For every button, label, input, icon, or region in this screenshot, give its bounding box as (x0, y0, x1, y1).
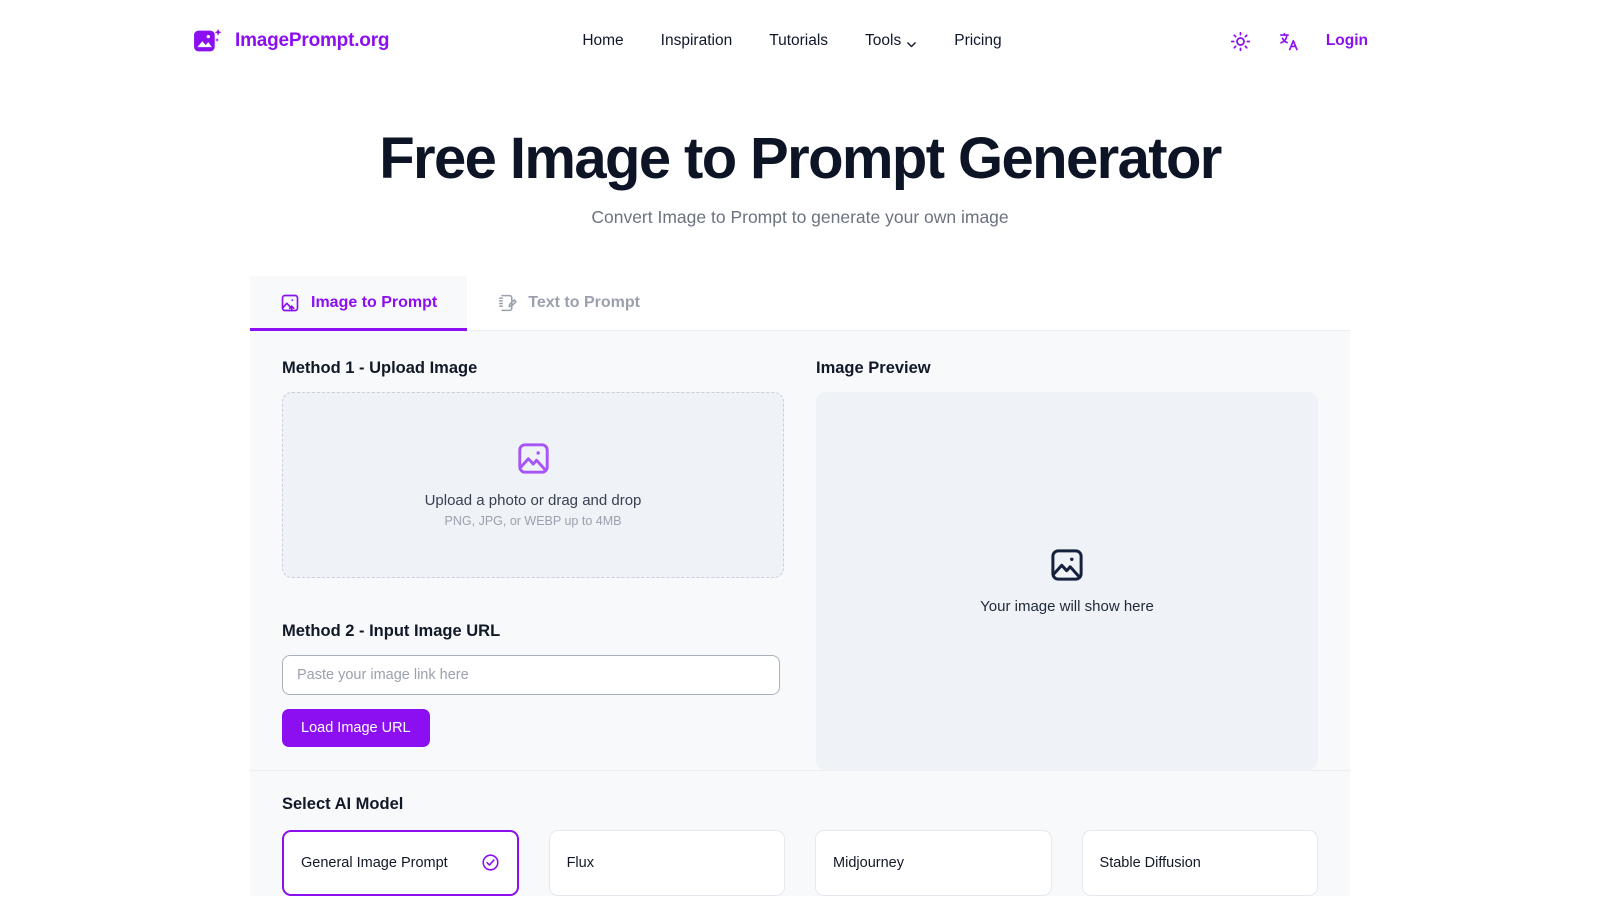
load-image-url-button[interactable]: Load Image URL (282, 708, 430, 747)
model-label: Stable Diffusion (1099, 854, 1201, 871)
image-dropzone[interactable]: Upload a photo or drag and drop PNG, JPG… (282, 391, 784, 578)
sun-icon[interactable] (1230, 30, 1252, 52)
page-subtitle: Convert Image to Prompt to generate your… (591, 206, 1009, 227)
tab-text-to-prompt[interactable]: Text to Prompt (467, 276, 670, 331)
method-2-title: Method 2 - Input Image URL (282, 621, 501, 640)
preview-placeholder-text: Your image will show here (980, 597, 1154, 615)
method-1-title: Method 1 - Upload Image (282, 358, 478, 377)
image-icon (1049, 547, 1085, 583)
hero-section: Free Image to Prompt Generator Convert I… (0, 126, 1600, 228)
nav-label: Tutorials (769, 32, 829, 49)
site-header: ImagePrompt.org Home Inspiration Tutoria… (0, 0, 1600, 82)
nav-label: Tools (865, 32, 902, 49)
model-selection-section: Select AI Model General Image Prompt Flu… (250, 769, 1350, 896)
notebook-pencil-icon (497, 293, 517, 313)
select-ai-model-title: Select AI Model (282, 794, 404, 813)
tab-label: Text to Prompt (528, 293, 640, 311)
tab-label: Image to Prompt (311, 293, 438, 311)
model-card-flux[interactable]: Flux (548, 829, 786, 896)
tab-image-to-prompt[interactable]: Image to Prompt (250, 275, 468, 331)
image-icon (516, 441, 551, 476)
dropzone-sub-text: PNG, JPG, or WEBP up to 4MB (444, 514, 622, 529)
image-preview-title: Image Preview (816, 358, 931, 377)
nav-item-pricing[interactable]: Pricing (954, 32, 1001, 50)
image-upload-icon (280, 293, 300, 313)
translate-icon[interactable] (1278, 30, 1300, 52)
dropzone-main-text: Upload a photo or drag and drop (424, 492, 642, 510)
model-card-midjourney[interactable]: Midjourney (815, 829, 1052, 896)
check-circle-icon (481, 853, 500, 872)
upload-column: Method 1 - Upload Image Upload a photo o… (282, 359, 784, 770)
model-label: General Image Prompt (301, 854, 448, 871)
mode-tabs: Image to Prompt Text to Prompt (250, 275, 1350, 331)
image-url-input[interactable] (282, 654, 780, 695)
nav-item-tools[interactable]: Tools (865, 32, 917, 50)
nav-item-tutorials[interactable]: Tutorials (769, 32, 828, 50)
model-label: Midjourney (833, 854, 904, 871)
header-actions: Login (1230, 30, 1368, 52)
converter-panel: Method 1 - Upload Image Upload a photo o… (250, 330, 1350, 770)
page-title: Free Image to Prompt Generator (379, 126, 1222, 191)
model-card-stable-diffusion[interactable]: Stable Diffusion (1081, 829, 1319, 896)
image-sparkle-icon (192, 26, 223, 57)
nav-label: Inspiration (660, 32, 733, 49)
chevron-down-icon (906, 37, 917, 48)
nav-label: Pricing (954, 32, 1002, 49)
nav-label: Home (582, 32, 624, 49)
model-card-general-image-prompt[interactable]: General Image Prompt (282, 829, 519, 896)
nav-item-home[interactable]: Home (582, 32, 623, 50)
nav-item-inspiration[interactable]: Inspiration (661, 32, 733, 50)
preview-column: Image Preview Your image will show here (816, 359, 1318, 770)
image-preview-box: Your image will show here (816, 391, 1318, 770)
brand-logo-link[interactable]: ImagePrompt.org (192, 26, 390, 57)
model-card-list: General Image Prompt Flux Midjourney Sta… (282, 829, 1319, 896)
model-label: Flux (566, 854, 594, 871)
brand-name: ImagePrompt.org (235, 30, 390, 51)
main-navigation: Home Inspiration Tutorials Tools Pricing (582, 32, 1001, 50)
login-link[interactable]: Login (1326, 32, 1368, 50)
